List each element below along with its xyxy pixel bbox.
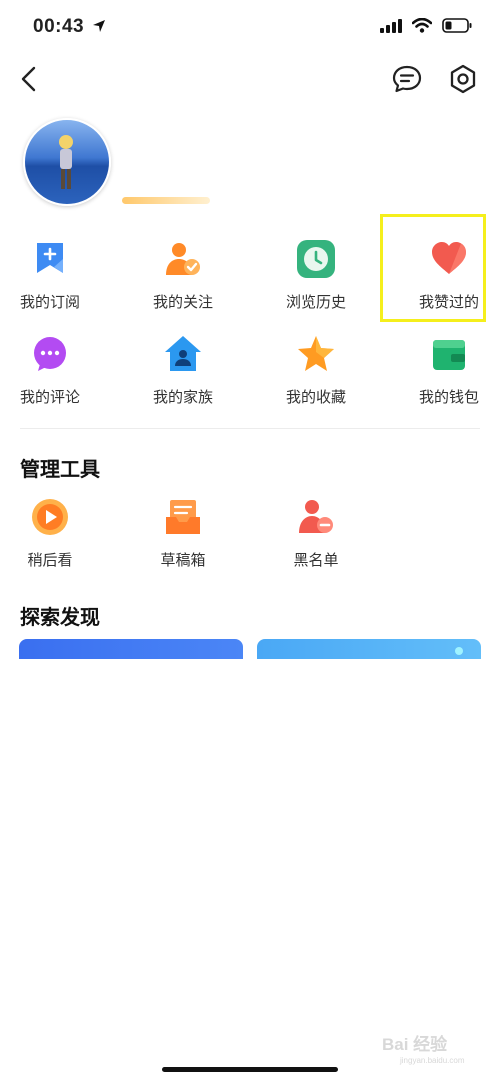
wallet-icon: [433, 340, 465, 370]
location-arrow-icon: [92, 20, 105, 32]
status-icons: [380, 18, 472, 33]
star-icon: [298, 336, 334, 371]
grid-item-wallet[interactable]: 我的钱包: [394, 334, 500, 424]
tool-label: 稍后看: [27, 552, 73, 569]
settings-button[interactable]: [446, 62, 480, 96]
grid-label: 我的家族: [152, 389, 213, 406]
watermark-text: Bai 经验: [382, 1035, 448, 1054]
tool-item-watch-later[interactable]: 稍后看: [0, 497, 105, 587]
watermark-url: jingyan.baidu.com: [400, 1056, 465, 1065]
battery-icon: [442, 18, 472, 33]
wifi-icon: [412, 18, 432, 33]
grid-item-following[interactable]: 我的关注: [128, 239, 238, 329]
grid-label: 我的收藏: [285, 389, 346, 406]
house-icon: [165, 336, 201, 371]
grid-label: 浏览历史: [285, 294, 346, 311]
gear-icon: [450, 64, 476, 94]
chat-bubble-icon: [392, 65, 422, 93]
inbox-icon: [166, 500, 200, 534]
status-time-text: 00:43: [33, 16, 85, 37]
discover-section-title: 探索发现: [20, 607, 100, 629]
level-badge: [122, 197, 210, 204]
chevron-left-icon: [21, 66, 36, 92]
tool-label: 草稿箱: [160, 552, 206, 569]
bookmark-plus-icon: [37, 243, 63, 273]
grid-item-family[interactable]: 我的家族: [128, 334, 238, 424]
user-check-icon: [166, 243, 200, 275]
back-button[interactable]: [14, 62, 48, 96]
avatar[interactable]: [23, 118, 111, 206]
grid-item-comments[interactable]: 我的评论: [0, 334, 105, 424]
tool-label: 黑名单: [293, 552, 339, 569]
avatar-figure: [59, 135, 73, 189]
home-indicator[interactable]: [162, 1067, 338, 1072]
grid-label: 我的评论: [19, 389, 80, 406]
grid-item-liked[interactable]: 我赞过的: [394, 239, 500, 329]
grid-label: 我赞过的: [418, 294, 479, 311]
tools-section-title: 管理工具: [20, 459, 100, 481]
user-block-icon: [299, 500, 333, 533]
discover-card[interactable]: [257, 639, 481, 659]
status-time: 00:43: [33, 16, 106, 38]
grid-item-collections[interactable]: 我的收藏: [261, 334, 371, 424]
grid-item-subscriptions[interactable]: 我的订阅: [0, 239, 105, 329]
tool-item-drafts[interactable]: 草稿箱: [128, 497, 238, 587]
grid-item-history[interactable]: 浏览历史: [261, 239, 371, 329]
grid-label: 我的订阅: [19, 294, 80, 311]
tool-item-blacklist[interactable]: 黑名单: [261, 497, 371, 587]
grid-label: 我的钱包: [418, 389, 479, 406]
grid-label: 我的关注: [152, 294, 213, 311]
discover-card[interactable]: [19, 639, 243, 659]
divider: [20, 428, 480, 429]
play-circle-icon: [32, 499, 68, 535]
clock-icon: [297, 240, 335, 278]
card-indicator-dot: [455, 647, 463, 655]
messages-button[interactable]: [390, 62, 424, 96]
heart-icon: [432, 242, 466, 274]
comment-icon: [34, 337, 66, 371]
signal-icon: [380, 18, 402, 33]
